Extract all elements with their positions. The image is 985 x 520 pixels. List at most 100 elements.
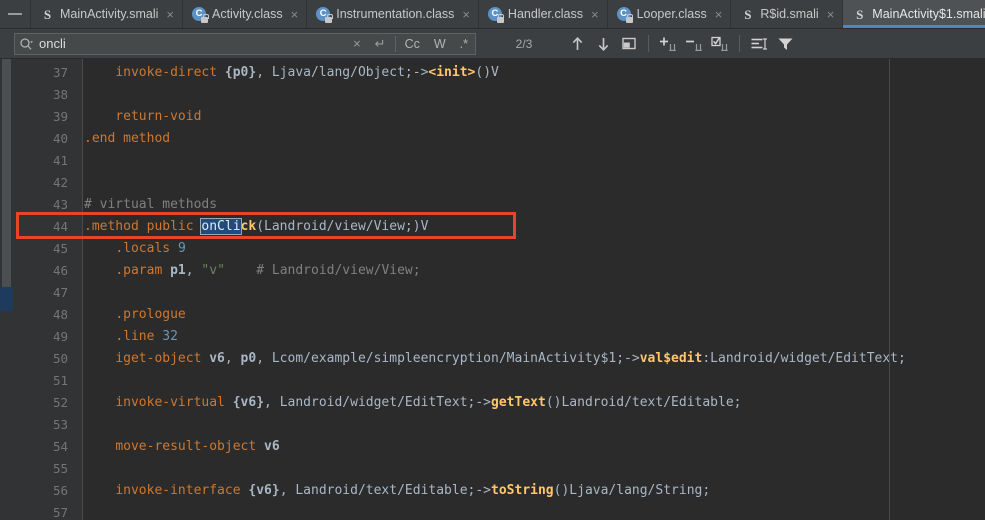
line-number: 39 bbox=[52, 109, 68, 124]
editor-vertical-scrollbar[interactable] bbox=[0, 59, 13, 520]
editor-tab-label: Instrumentation.class bbox=[336, 7, 455, 21]
line-number: 45 bbox=[52, 241, 68, 256]
find-next-button[interactable] bbox=[590, 32, 616, 56]
open-in-find-window-button[interactable] bbox=[616, 32, 642, 56]
code-line[interactable]: iget-object v6, p0, Lcom/example/simplee… bbox=[84, 348, 906, 370]
code-token: (Landroid/view/View;)V bbox=[256, 219, 429, 234]
code-line[interactable]: .method public onClick(Landroid/view/Vie… bbox=[84, 216, 428, 238]
code-line[interactable]: .param p1, "v" # Landroid/view/View; bbox=[84, 260, 420, 282]
scrollbar-match-marker[interactable] bbox=[0, 287, 13, 311]
code-token: p1 bbox=[170, 263, 186, 278]
code-token: v6 bbox=[209, 351, 225, 366]
code-line[interactable]: .locals 9 bbox=[84, 238, 185, 260]
find-previous-button[interactable] bbox=[564, 32, 590, 56]
editor-tab-bar: S MainActivity.smali × C Activity.class × C Ins… bbox=[0, 0, 985, 29]
code-token: toString bbox=[491, 483, 554, 498]
line-number: 40 bbox=[52, 131, 68, 146]
editor-tab-handler-class[interactable]: C Handler.class × bbox=[477, 0, 607, 28]
line-number: 49 bbox=[52, 329, 68, 344]
add-selection-button[interactable] bbox=[655, 32, 681, 56]
editor-tab-label: MainActivity.smali bbox=[60, 7, 159, 21]
editor-tab-label: R$id.smali bbox=[760, 7, 819, 21]
code-token: {p0} bbox=[224, 65, 257, 80]
line-number: 56 bbox=[52, 483, 68, 498]
code-token: .param bbox=[115, 263, 171, 278]
line-number: 41 bbox=[52, 153, 68, 168]
code-line[interactable]: invoke-interface {v6}, Landroid/text/Edi… bbox=[84, 480, 710, 502]
editor-tab-r-id-smali[interactable]: S R$id.smali × bbox=[730, 0, 843, 28]
editor-tab-looper-class[interactable]: C Looper.class × bbox=[606, 0, 731, 28]
code-token: move-result-object bbox=[115, 439, 265, 454]
search-options-divider bbox=[394, 35, 396, 52]
code-line[interactable]: .line 32 bbox=[84, 326, 178, 348]
code-token: .prologue bbox=[115, 307, 186, 322]
smali-file-icon: S bbox=[744, 6, 752, 22]
editor-tab-activity-class[interactable]: C Activity.class × bbox=[182, 0, 307, 28]
code-line[interactable]: move-result-object v6 bbox=[84, 436, 279, 458]
editor-tab-instrumentation-class[interactable]: C Instrumentation.class × bbox=[306, 0, 478, 28]
class-file-icon: C bbox=[616, 6, 634, 23]
code-line[interactable]: # virtual methods bbox=[84, 194, 217, 216]
line-number-gutter: 37 38 39 40 41 42 43 44 45 46 47 48 49 50 51 52 53 54 55 56… bbox=[13, 59, 83, 520]
line-number: 48 bbox=[52, 307, 68, 322]
code-token: p0 bbox=[240, 351, 257, 366]
class-file-icon: C bbox=[487, 6, 505, 23]
line-number: 38 bbox=[52, 87, 68, 102]
code-line[interactable]: .end method bbox=[84, 128, 170, 150]
close-icon[interactable]: × bbox=[591, 8, 599, 21]
search-dropdown-icon[interactable] bbox=[15, 37, 37, 51]
close-icon[interactable]: × bbox=[827, 8, 835, 21]
regex-toggle[interactable]: .* bbox=[453, 34, 475, 54]
toolbar-divider-2 bbox=[739, 35, 740, 52]
line-number: 55 bbox=[52, 461, 68, 476]
words-toggle[interactable]: W bbox=[427, 34, 453, 54]
scrollbar-thumb[interactable] bbox=[2, 59, 11, 297]
line-number: 47 bbox=[52, 285, 68, 300]
search-field-wrapper[interactable]: × ↵ Cc W .* bbox=[14, 32, 476, 55]
line-number: 50 bbox=[52, 351, 68, 366]
remove-selection-button[interactable] bbox=[681, 32, 707, 56]
tab-scroll-left-button[interactable] bbox=[0, 0, 30, 28]
search-input[interactable] bbox=[37, 36, 347, 51]
clear-search-button[interactable]: × bbox=[346, 34, 368, 54]
code-line[interactable]: .prologue bbox=[84, 304, 186, 326]
close-icon[interactable]: × bbox=[462, 8, 470, 21]
code-line[interactable]: return-void bbox=[84, 106, 201, 128]
code-content[interactable]: invoke-direct {p0}, Ljava/lang/Object;->… bbox=[84, 59, 985, 520]
editor-tab-mainactivity-smali[interactable]: S MainActivity.smali × bbox=[30, 0, 182, 28]
code-token: .locals bbox=[115, 241, 178, 256]
match-case-toggle[interactable]: Cc bbox=[398, 34, 427, 54]
code-token: ()V bbox=[475, 65, 499, 80]
code-line[interactable]: invoke-direct {p0}, Ljava/lang/Object;->… bbox=[84, 62, 499, 84]
code-token: :Landroid/widget/EditText; bbox=[702, 351, 906, 366]
code-token: ck bbox=[240, 219, 257, 234]
close-icon[interactable]: × bbox=[715, 8, 723, 21]
preserve-case-button[interactable] bbox=[746, 32, 772, 56]
code-token: , bbox=[185, 263, 202, 278]
code-token: .method public bbox=[84, 219, 202, 234]
code-token: , bbox=[224, 351, 241, 366]
line-number: 37 bbox=[52, 65, 68, 80]
code-token: Ljava/lang/Object;-> bbox=[271, 65, 429, 80]
line-number: 44 bbox=[52, 219, 68, 234]
filter-button[interactable] bbox=[772, 32, 798, 56]
line-number: 43 bbox=[52, 197, 68, 212]
code-token: Landroid/text/Editable;-> bbox=[295, 483, 492, 498]
close-icon[interactable]: × bbox=[291, 8, 299, 21]
code-editor[interactable]: 37 38 39 40 41 42 43 44 45 46 47 48 49 50 51 52 53 54 55 56… bbox=[0, 59, 985, 520]
select-all-occurrences-button[interactable] bbox=[707, 32, 733, 56]
line-number: 51 bbox=[52, 373, 68, 388]
code-token: invoke-direct bbox=[115, 65, 225, 80]
search-history-button[interactable]: ↵ bbox=[368, 34, 393, 54]
code-token: ()Ljava/lang/String; bbox=[553, 483, 711, 498]
code-token: "v" bbox=[201, 263, 225, 278]
close-icon[interactable]: × bbox=[166, 8, 174, 21]
code-line[interactable]: invoke-virtual {v6}, Landroid/widget/Edi… bbox=[84, 392, 741, 414]
code-token: , bbox=[279, 483, 296, 498]
editor-tab-mainactivity-1-smali[interactable]: SMainActivity$1.smali× bbox=[842, 0, 985, 28]
code-token: , bbox=[264, 395, 280, 410]
code-token: .end method bbox=[84, 131, 171, 146]
code-token: val$edit bbox=[639, 351, 703, 366]
